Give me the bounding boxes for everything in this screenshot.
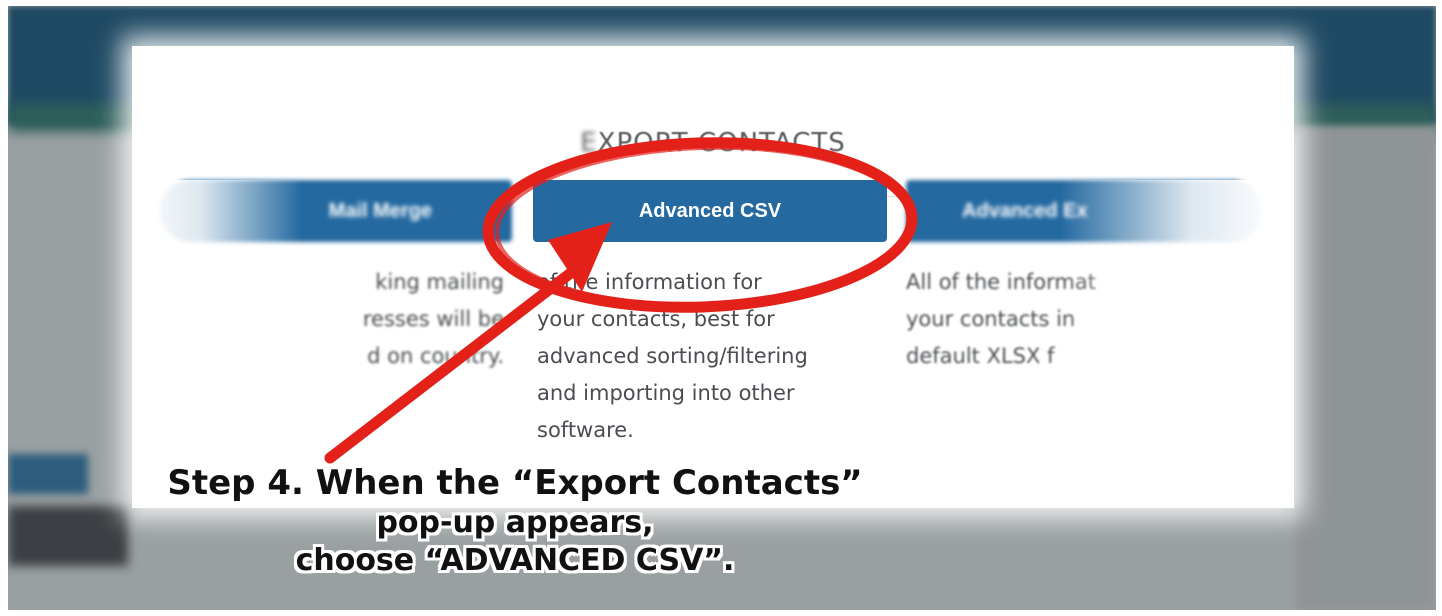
screenshot-frame: EXPORT CONTACTS Mail Merge king mailing … bbox=[0, 0, 1442, 616]
background-right-panel bbox=[1296, 126, 1436, 610]
advanced-csv-button[interactable]: Advanced CSV bbox=[533, 180, 887, 242]
instruction-caption: Step 4. When the “Export Contacts” pop-u… bbox=[80, 462, 950, 580]
caption-popup-line: pop-up appears, bbox=[376, 505, 654, 540]
left-blur-fade bbox=[132, 180, 302, 420]
right-blur-fade bbox=[1060, 180, 1280, 420]
caption-step-line: Step 4. When the “Export Contacts” bbox=[167, 463, 863, 503]
modal-title: EXPORT CONTACTS bbox=[132, 128, 1294, 158]
modal-title-prefix: E bbox=[580, 128, 598, 158]
background-left-tab bbox=[8, 454, 88, 494]
option-advanced-csv: Advanced CSV of the information for your… bbox=[533, 180, 887, 449]
caption-choose-line: choose “ADVANCED CSV”. bbox=[295, 543, 735, 578]
advanced-csv-description: of the information for your contacts, be… bbox=[537, 270, 808, 442]
modal-title-text: XPORT CONTACTS bbox=[597, 128, 846, 158]
